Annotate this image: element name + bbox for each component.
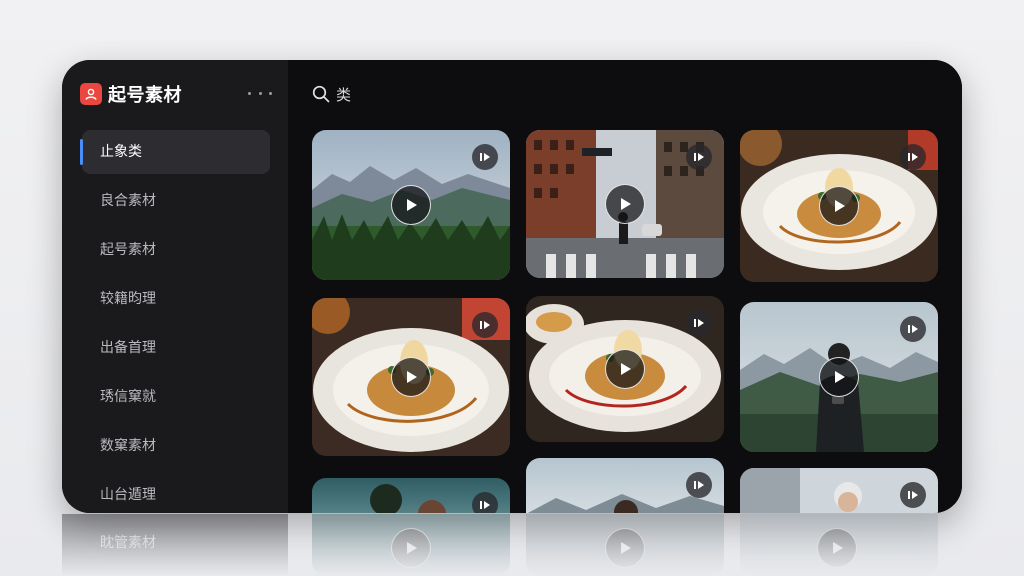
brand[interactable]: 起号素材 bbox=[80, 82, 182, 106]
search-label: 类 bbox=[336, 85, 352, 104]
reflection-label: 眈管素材 bbox=[100, 535, 156, 551]
reflection-sidebar: 眈管素材 bbox=[62, 514, 288, 576]
video-tile[interactable] bbox=[312, 298, 510, 456]
video-badge-icon bbox=[686, 472, 712, 498]
sidebar-item-label: 良合素材 bbox=[100, 193, 156, 209]
sidebar-item-label: 较籍昀理 bbox=[100, 291, 156, 307]
play-icon bbox=[605, 528, 645, 568]
search-bar[interactable]: 类 bbox=[312, 82, 351, 106]
video-tile[interactable] bbox=[312, 130, 510, 280]
sidebar-item-label: 起号素材 bbox=[100, 242, 156, 258]
window-reflection: 眈管素材 bbox=[62, 514, 962, 576]
video-badge-icon bbox=[472, 492, 498, 513]
video-badge-icon bbox=[472, 144, 498, 170]
video-tile[interactable] bbox=[740, 468, 938, 513]
app-title: 起号素材 bbox=[108, 85, 182, 106]
app-window: 起号素材 止象类 良合素材 起号素材 较籍昀理 出备首理 琇信窠就 数窠素材 山… bbox=[62, 60, 962, 513]
video-badge-icon bbox=[900, 144, 926, 170]
video-badge-icon bbox=[472, 312, 498, 338]
video-badge-icon bbox=[900, 316, 926, 342]
search-icon bbox=[312, 85, 330, 103]
sidebar-item-label: 山台遁理 bbox=[100, 487, 156, 503]
sidebar-item-0[interactable]: 止象类 bbox=[80, 130, 270, 174]
sidebar-item-1[interactable]: 良合素材 bbox=[82, 179, 270, 223]
video-tile[interactable] bbox=[526, 130, 724, 278]
sidebar-item-label: 止象类 bbox=[100, 144, 142, 160]
video-tile[interactable] bbox=[526, 458, 724, 513]
play-icon[interactable] bbox=[819, 357, 859, 397]
sidebar-item-label: 数窠素材 bbox=[100, 438, 156, 454]
content-area: 类 bbox=[288, 60, 962, 513]
play-icon[interactable] bbox=[819, 186, 859, 226]
sidebar-item-6[interactable]: 数窠素材 bbox=[82, 424, 270, 468]
video-tile[interactable] bbox=[312, 478, 510, 513]
play-icon[interactable] bbox=[391, 357, 431, 397]
play-icon[interactable] bbox=[605, 184, 645, 224]
sidebar-item-label: 琇信窠就 bbox=[100, 389, 156, 405]
more-dots-icon[interactable] bbox=[248, 82, 272, 104]
video-tile[interactable] bbox=[740, 302, 938, 452]
play-icon bbox=[391, 528, 431, 568]
sidebar-nav: 止象类 良合素材 起号素材 较籍昀理 出备首理 琇信窠就 数窠素材 山台遁理 bbox=[62, 130, 288, 513]
sidebar-item-5[interactable]: 琇信窠就 bbox=[82, 375, 270, 419]
play-icon[interactable] bbox=[391, 185, 431, 225]
sidebar-item-label: 出备首理 bbox=[100, 340, 156, 356]
video-badge-icon bbox=[686, 310, 712, 336]
video-badge-icon bbox=[900, 482, 926, 508]
video-tile[interactable] bbox=[526, 296, 724, 442]
play-icon bbox=[817, 528, 857, 568]
video-badge-icon bbox=[686, 144, 712, 170]
sidebar-item-4[interactable]: 出备首理 bbox=[82, 326, 270, 370]
play-icon[interactable] bbox=[605, 349, 645, 389]
sidebar-item-7[interactable]: 山台遁理 bbox=[82, 473, 270, 513]
sidebar-item-2[interactable]: 起号素材 bbox=[82, 228, 270, 272]
app-logo-icon bbox=[80, 83, 102, 105]
video-tile[interactable] bbox=[740, 130, 938, 282]
sidebar: 起号素材 止象类 良合素材 起号素材 较籍昀理 出备首理 琇信窠就 数窠素材 山… bbox=[62, 60, 288, 513]
sidebar-item-3[interactable]: 较籍昀理 bbox=[82, 277, 270, 321]
